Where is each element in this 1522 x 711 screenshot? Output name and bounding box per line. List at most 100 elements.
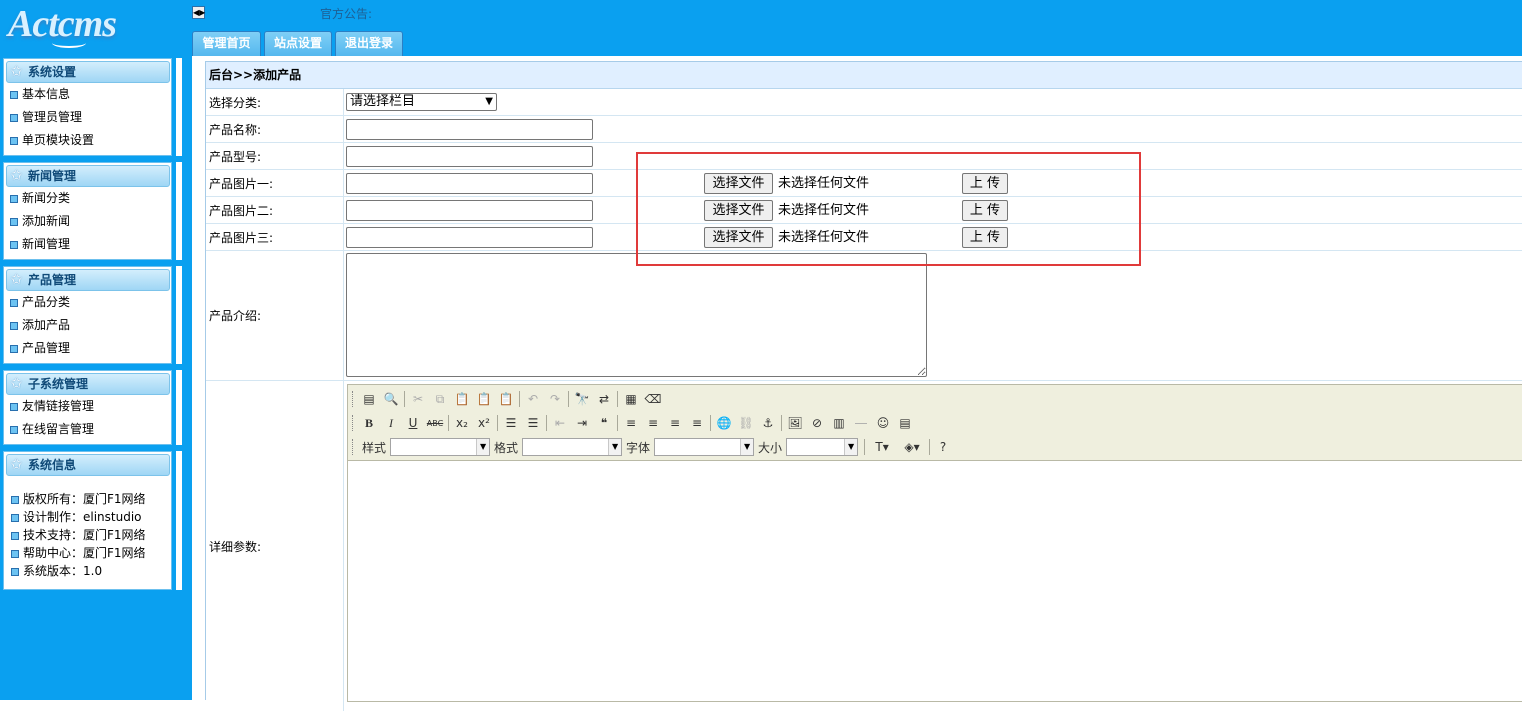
panel-header[interactable]: ✩ 新闻管理 bbox=[6, 165, 170, 187]
panel-title: 产品管理 bbox=[28, 273, 77, 287]
row-product-name: 产品名称: bbox=[206, 116, 1522, 143]
sidebar-item-friend-links[interactable]: 友情链接管理 bbox=[4, 395, 171, 418]
superscript-icon[interactable]: x² bbox=[473, 413, 495, 433]
style-combo[interactable]: ▼ bbox=[390, 438, 491, 456]
align-left-icon[interactable]: ≡ bbox=[620, 413, 642, 433]
product-name-input[interactable] bbox=[346, 119, 593, 140]
separator bbox=[497, 415, 498, 431]
image-3-path-input[interactable] bbox=[346, 227, 593, 248]
special-char-icon[interactable]: ▤ bbox=[894, 413, 916, 433]
size-label: 大小 bbox=[758, 440, 783, 455]
product-model-input[interactable] bbox=[346, 146, 593, 167]
bg-color-icon[interactable]: ◈▾ bbox=[897, 437, 927, 457]
flash-icon[interactable]: ⊘ bbox=[806, 413, 828, 433]
bulleted-list-icon[interactable]: ☰ bbox=[522, 413, 544, 433]
separator bbox=[710, 415, 711, 431]
anchor-icon[interactable]: ⚓ bbox=[757, 413, 779, 433]
unlink-icon[interactable]: ⛓ bbox=[735, 413, 757, 433]
sidebar-item-admin-manage[interactable]: 管理员管理 bbox=[4, 106, 171, 129]
underline-icon[interactable]: U bbox=[402, 413, 424, 433]
preview-icon[interactable]: 🔍 bbox=[380, 389, 402, 409]
font-combo[interactable]: ▼ bbox=[654, 438, 755, 456]
paste-icon[interactable]: 📋 bbox=[451, 389, 473, 409]
sidebar-item-news-manage[interactable]: 新闻管理 bbox=[4, 233, 171, 256]
help-icon[interactable]: ? bbox=[932, 437, 954, 457]
sidebar-item-label: 新闻分类 bbox=[22, 191, 71, 205]
subscript-icon[interactable]: x₂ bbox=[451, 413, 473, 433]
panel-header[interactable]: ✩ 系统设置 bbox=[6, 61, 170, 83]
editor-body[interactable] bbox=[348, 462, 1522, 703]
sidebar-item-add-product[interactable]: 添加产品 bbox=[4, 314, 171, 337]
tab-site-settings[interactable]: 站点设置 bbox=[264, 31, 332, 56]
grip-icon bbox=[352, 391, 355, 407]
numbered-list-icon[interactable]: ☰ bbox=[500, 413, 522, 433]
tab-admin-home[interactable]: 管理首页 bbox=[192, 31, 261, 56]
info-support: 技术支持：厦门F1网络 bbox=[4, 526, 171, 544]
redo-icon[interactable]: ↷ bbox=[544, 389, 566, 409]
editor-toolbar: ▤ 🔍 ✂ ⧉ 📋 📋 📋 ↶ ↷ 🔭 ⇄ ▦ ⌫ B I U ABC x₂ x… bbox=[348, 385, 1522, 461]
paste-text-icon[interactable]: 📋 bbox=[473, 389, 495, 409]
chevron-down-icon: ▼ bbox=[844, 439, 858, 455]
size-combo[interactable]: ▼ bbox=[786, 438, 859, 456]
bold-icon[interactable]: B bbox=[358, 413, 380, 433]
sidebar-item-news-category[interactable]: 新闻分类 bbox=[4, 187, 171, 210]
align-right-icon[interactable]: ≡ bbox=[664, 413, 686, 433]
sidebar-item-basic-info[interactable]: 基本信息 bbox=[4, 83, 171, 106]
sidebar-item-guestbook[interactable]: 在线留言管理 bbox=[4, 418, 171, 441]
horizontal-rule-icon[interactable]: ― bbox=[850, 413, 872, 433]
sidebar-item-label: 基本信息 bbox=[22, 87, 71, 101]
image-icon[interactable]: 🖼 bbox=[784, 413, 806, 433]
info-designer: 设计制作：elinstudio bbox=[4, 508, 171, 526]
table-icon[interactable]: ▥ bbox=[828, 413, 850, 433]
smiley-icon[interactable]: ☺ bbox=[872, 413, 894, 433]
remove-format-icon[interactable]: ⌫ bbox=[642, 389, 664, 409]
panel-title: 系统信息 bbox=[28, 458, 77, 472]
link-icon[interactable]: 🌐 bbox=[713, 413, 735, 433]
format-combo[interactable]: ▼ bbox=[522, 438, 623, 456]
panel-header[interactable]: ✩ 系统信息 bbox=[6, 454, 170, 476]
separator bbox=[617, 391, 618, 407]
grip-icon bbox=[352, 415, 355, 431]
image-1-path-input[interactable] bbox=[346, 173, 593, 194]
select-all-icon[interactable]: ▦ bbox=[620, 389, 642, 409]
paste-word-icon[interactable]: 📋 bbox=[495, 389, 517, 409]
strike-icon[interactable]: ABC bbox=[424, 413, 446, 433]
square-bullet-icon bbox=[10, 218, 18, 226]
find-icon[interactable]: 🔭 bbox=[571, 389, 593, 409]
panel-header[interactable]: ✩ 子系统管理 bbox=[6, 373, 170, 395]
align-justify-icon[interactable]: ≡ bbox=[686, 413, 708, 433]
params-label: 详细参数: bbox=[206, 381, 344, 711]
row-category: 选择分类: 请选择栏目 ▼ bbox=[206, 89, 1522, 116]
sidebar-toggle-button[interactable]: ◀▶ bbox=[192, 6, 205, 19]
sidebar-item-label: 友情链接管理 bbox=[22, 399, 95, 413]
panel-system-info: ✩ 系统信息 版权所有：厦门F1网络 设计制作：elinstudio 技术支持：厦… bbox=[3, 451, 172, 590]
panel-edge bbox=[176, 370, 182, 445]
intro-textarea[interactable] bbox=[346, 253, 927, 377]
category-select[interactable]: 请选择栏目 ▼ bbox=[346, 93, 497, 111]
panel-header[interactable]: ✩ 产品管理 bbox=[6, 269, 170, 291]
info-label: 技术支持：厦门F1网络 bbox=[23, 528, 146, 542]
square-bullet-icon bbox=[11, 496, 19, 504]
tab-logout[interactable]: 退出登录 bbox=[335, 31, 403, 56]
undo-icon[interactable]: ↶ bbox=[522, 389, 544, 409]
sidebar-item-single-page[interactable]: 单页模块设置 bbox=[4, 129, 171, 152]
outdent-icon[interactable]: ⇤ bbox=[549, 413, 571, 433]
square-bullet-icon bbox=[11, 514, 19, 522]
replace-icon[interactable]: ⇄ bbox=[593, 389, 615, 409]
indent-icon[interactable]: ⇥ bbox=[571, 413, 593, 433]
sidebar-item-add-news[interactable]: 添加新闻 bbox=[4, 210, 171, 233]
source-icon[interactable]: ▤ bbox=[358, 389, 380, 409]
separator bbox=[568, 391, 569, 407]
panel-title: 系统设置 bbox=[28, 65, 77, 79]
row-params: 详细参数: ▤ 🔍 ✂ ⧉ 📋 📋 📋 ↶ ↷ 🔭 ⇄ ▦ ⌫ B I U AB… bbox=[206, 381, 1522, 711]
align-center-icon[interactable]: ≡ bbox=[642, 413, 664, 433]
sidebar-item-product-manage[interactable]: 产品管理 bbox=[4, 337, 171, 360]
italic-icon[interactable]: I bbox=[380, 413, 402, 433]
sidebar-item-product-category[interactable]: 产品分类 bbox=[4, 291, 171, 314]
blockquote-icon[interactable]: ❝ bbox=[593, 413, 615, 433]
copy-icon[interactable]: ⧉ bbox=[429, 389, 451, 409]
image-2-path-input[interactable] bbox=[346, 200, 593, 221]
format-label: 格式 bbox=[494, 440, 519, 455]
cut-icon[interactable]: ✂ bbox=[407, 389, 429, 409]
text-color-icon[interactable]: T▾ bbox=[867, 437, 897, 457]
